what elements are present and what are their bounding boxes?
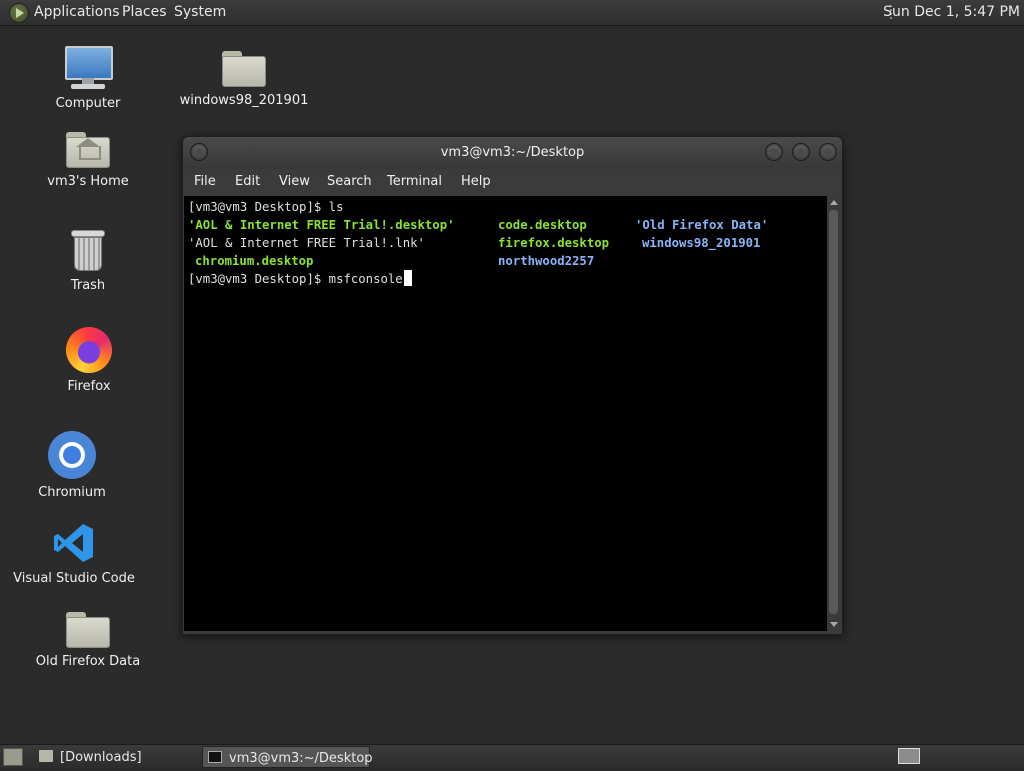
desktop-icon-chromium[interactable]: Chromium bbox=[7, 431, 137, 500]
ls-entry: windows98_201901 bbox=[642, 236, 761, 250]
menu-view[interactable]: View bbox=[279, 174, 310, 189]
ls-entry: 'AOL & Internet FREE Trial!.desktop' bbox=[188, 218, 455, 232]
top-panel: Applications Places System Sun Dec 1, 5:… bbox=[0, 0, 1024, 26]
desktop-icon-label: Visual Studio Code bbox=[13, 571, 135, 586]
folder-icon bbox=[66, 612, 110, 648]
menu-terminal[interactable]: Terminal bbox=[387, 174, 442, 189]
minimize-button[interactable] bbox=[765, 143, 783, 161]
firefox-icon bbox=[66, 327, 112, 373]
desktop-icon-label: Firefox bbox=[67, 379, 111, 394]
desktop-icon-label: Chromium bbox=[38, 485, 106, 500]
desktop-icon-vscode[interactable]: Visual Studio Code bbox=[9, 521, 139, 586]
places-menu[interactable]: Places bbox=[122, 0, 167, 25]
terminal-menubar: File Edit View Search Terminal Help bbox=[183, 170, 842, 196]
desktop-icon-home[interactable]: vm3's Home bbox=[23, 128, 153, 189]
taskbar-item-terminal[interactable]: vm3@vm3:~/Desktop bbox=[202, 746, 373, 768]
scroll-up-icon[interactable] bbox=[830, 200, 838, 205]
ls-entry: 'AOL & Internet FREE Trial!.lnk' bbox=[188, 236, 425, 250]
computer-icon bbox=[63, 46, 113, 90]
taskbar-item-downloads[interactable]: [Downloads] bbox=[34, 746, 200, 768]
taskbar-item-label: vm3@vm3:~/Desktop bbox=[229, 751, 373, 766]
applications-menu[interactable]: Applications bbox=[34, 0, 120, 25]
workspace-switcher[interactable] bbox=[898, 748, 920, 764]
menu-help[interactable]: Help bbox=[461, 174, 491, 189]
folder-icon bbox=[222, 51, 266, 87]
window-titlebar[interactable]: vm3@vm3:~/Desktop bbox=[183, 137, 842, 169]
close-button[interactable] bbox=[819, 143, 837, 161]
scroll-down-icon[interactable] bbox=[830, 622, 838, 627]
trash-icon bbox=[71, 230, 105, 272]
ls-entry: code.desktop bbox=[498, 218, 587, 232]
vscode-icon bbox=[52, 521, 96, 565]
chromium-icon bbox=[48, 431, 96, 479]
desktop-icon-label: Old Firefox Data bbox=[35, 654, 141, 669]
menu-file[interactable]: File bbox=[194, 174, 216, 189]
desktop-icon-trash[interactable]: Trash bbox=[23, 230, 153, 293]
ls-entry: chromium.desktop bbox=[195, 254, 314, 268]
desktop-icon-label: Trash bbox=[70, 278, 106, 293]
folder-icon bbox=[39, 750, 53, 762]
ls-entry: firefox.desktop bbox=[498, 236, 610, 250]
system-menu[interactable]: System bbox=[174, 0, 226, 25]
show-desktop-icon[interactable] bbox=[3, 748, 23, 766]
taskbar-item-label: [Downloads] bbox=[60, 750, 142, 765]
maximize-button[interactable] bbox=[792, 143, 810, 161]
menu-search[interactable]: Search bbox=[327, 174, 372, 189]
terminal-line: [vm3@vm3 Desktop]$ ls bbox=[188, 200, 344, 214]
terminal-icon bbox=[208, 751, 222, 763]
terminal-output[interactable]: [vm3@vm3 Desktop]$ ls 'AOL & Internet FR… bbox=[184, 196, 827, 631]
window-title: vm3@vm3:~/Desktop bbox=[440, 145, 585, 160]
desktop-icon-computer[interactable]: Computer bbox=[23, 46, 153, 111]
ls-entry: 'Old Firefox Data' bbox=[635, 218, 769, 232]
applications-logo-icon[interactable] bbox=[9, 3, 29, 23]
scrollbar-thumb[interactable] bbox=[829, 210, 838, 614]
desktop-icon-firefox[interactable]: Firefox bbox=[24, 327, 154, 394]
desktop-icon-label: vm3's Home bbox=[47, 174, 129, 189]
text-cursor bbox=[403, 270, 412, 286]
home-folder-icon bbox=[66, 132, 110, 168]
bottom-panel: [Downloads] vm3@vm3:~/Desktop bbox=[0, 744, 1024, 769]
ls-entry: northwood2257 bbox=[498, 254, 595, 268]
desktop-icon-old-firefox-data[interactable]: Old Firefox Data bbox=[23, 608, 153, 669]
terminal-window[interactable]: vm3@vm3:~/Desktop File Edit View Search … bbox=[182, 136, 843, 635]
terminal-command: [vm3@vm3 Desktop]$ msfconsole bbox=[188, 272, 403, 286]
menu-edit[interactable]: Edit bbox=[235, 174, 260, 189]
terminal-scrollbar[interactable] bbox=[827, 196, 840, 631]
desktop-icon-label: Computer bbox=[55, 96, 121, 111]
desktop-icon-label: windows98_201901 bbox=[179, 93, 309, 108]
clock[interactable]: Sun Dec 1, 5:47 PM bbox=[883, 0, 1020, 25]
desktop-icon-windows98[interactable]: windows98_201901 bbox=[179, 47, 309, 108]
terminal-prompt: [vm3@vm3 Desktop]$ msfconsole bbox=[188, 270, 412, 288]
